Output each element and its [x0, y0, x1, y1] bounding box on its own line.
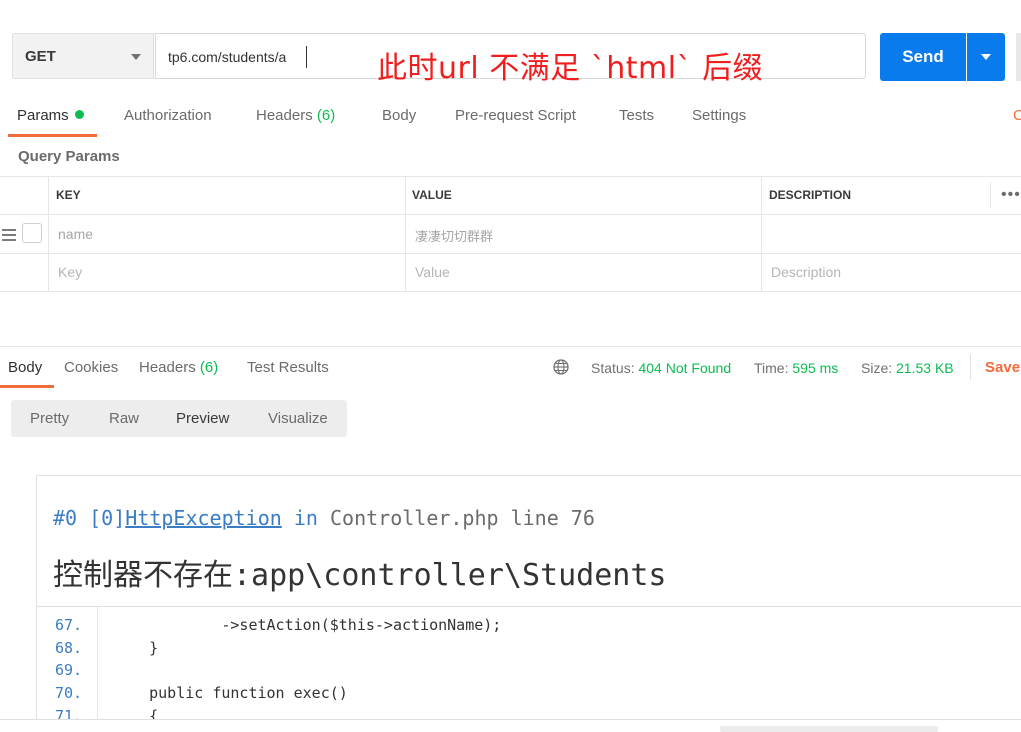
column-header-value: VALUE [412, 188, 452, 202]
status-dot-icon [74, 110, 84, 119]
code-line: ->setAction($this->actionName); [113, 616, 502, 634]
tab-body[interactable]: Body [382, 107, 416, 124]
drag-handle-icon[interactable] [2, 229, 16, 244]
gutter-divider [97, 607, 98, 719]
tab-tests[interactable]: Tests [619, 107, 654, 124]
response-status: Status: 404 Not Found [591, 360, 731, 376]
more-options-icon[interactable]: ••• [1001, 186, 1021, 204]
exception-message: 控制器不存在:app\controller\Students [53, 558, 667, 593]
save-response-button[interactable]: Save [985, 359, 1020, 376]
footer-border [0, 719, 1021, 720]
column-header-description: DESCRIPTION [769, 188, 852, 202]
tab-label: Headers [256, 107, 313, 124]
response-tab-headers[interactable]: Headers (6) [139, 359, 218, 376]
query-params-title: Query Params [18, 148, 120, 165]
line-number: 70. [55, 684, 83, 702]
panel-edge [1016, 33, 1021, 81]
column-divider [405, 176, 406, 291]
table-border [0, 214, 1021, 215]
chevron-down-icon [131, 54, 141, 60]
tab-label: Params [17, 107, 69, 124]
table-border [0, 291, 1021, 292]
view-mode-pretty[interactable]: Pretty [30, 410, 69, 427]
code-line: } [113, 639, 159, 657]
line-number: 68. [55, 639, 83, 657]
size-value: 21.53 KB [896, 360, 954, 376]
response-time: Time: 595 ms [754, 360, 838, 376]
response-tab-test-results[interactable]: Test Results [247, 359, 329, 376]
horizontal-scrollbar[interactable] [720, 726, 938, 732]
line-number: 67. [55, 616, 83, 634]
tab-authorization[interactable]: Authorization [124, 107, 212, 124]
url-value: tp6.com/students/a [168, 49, 287, 65]
headers-count: (6) [199, 359, 219, 376]
time-value: 595 ms [792, 360, 839, 376]
table-border [0, 253, 1021, 254]
tab-headers[interactable]: Headers (6) [256, 107, 335, 124]
send-button[interactable]: Send [880, 33, 966, 81]
line-number: 69. [55, 661, 83, 679]
divider [970, 354, 971, 380]
globe-icon[interactable] [553, 359, 569, 375]
active-tab-indicator [0, 385, 54, 388]
column-divider [761, 176, 762, 291]
view-mode-switcher: Pretty Raw Preview Visualize [11, 400, 347, 437]
method-label: GET [25, 48, 56, 65]
method-select[interactable]: GET [12, 33, 154, 79]
active-tab-indicator [8, 134, 97, 137]
exception-prefix: #0 [0] [53, 506, 126, 530]
column-divider [990, 182, 991, 208]
param-enable-checkbox[interactable] [22, 223, 42, 243]
status-value: 404 Not Found [638, 360, 732, 376]
param-key-input[interactable]: name [58, 226, 93, 242]
column-divider [48, 176, 49, 291]
headers-count: (6) [316, 107, 336, 124]
code-line: public function exec() [113, 684, 348, 702]
text-cursor [306, 46, 307, 68]
send-options-button[interactable] [967, 33, 1005, 81]
code-snippet: 67. ->setAction($this->actionName); 68. … [37, 606, 1021, 719]
tab-params[interactable]: Params [17, 107, 84, 124]
response-tab-body[interactable]: Body [8, 359, 42, 376]
tab-label: Headers [139, 359, 196, 376]
param-value-input[interactable]: 凄凄切切群群 [415, 226, 493, 245]
chevron-down-icon [981, 54, 991, 60]
exception-in: in [293, 506, 318, 530]
new-description-input[interactable]: Description [771, 264, 841, 280]
tab-pre-request-script[interactable]: Pre-request Script [455, 107, 576, 124]
status-label: Status: [591, 360, 635, 376]
section-divider [0, 346, 1021, 347]
response-size: Size: 21.53 KB [861, 360, 954, 376]
exception-class-link[interactable]: HttpException [125, 506, 282, 530]
tab-cut-off[interactable]: C [1013, 107, 1021, 124]
response-tab-cookies[interactable]: Cookies [64, 359, 118, 376]
table-border [0, 176, 1021, 177]
view-mode-raw[interactable]: Raw [109, 410, 139, 427]
view-mode-visualize[interactable]: Visualize [268, 410, 328, 427]
tab-settings[interactable]: Settings [692, 107, 746, 124]
new-key-input[interactable]: Key [58, 264, 82, 280]
exception-location: Controller.php line 76 [329, 506, 595, 530]
new-value-input[interactable]: Value [415, 264, 450, 280]
response-preview: #0 [0]HttpException in Controller.php li… [36, 475, 1021, 720]
annotation-text: 此时url 不满足 `html` 后缀 [377, 51, 764, 86]
time-label: Time: [754, 360, 789, 376]
size-label: Size: [861, 360, 893, 376]
exception-header: #0 [0]HttpException in Controller.php li… [53, 506, 595, 530]
column-header-key: KEY [56, 188, 81, 202]
view-mode-preview[interactable]: Preview [176, 410, 229, 427]
